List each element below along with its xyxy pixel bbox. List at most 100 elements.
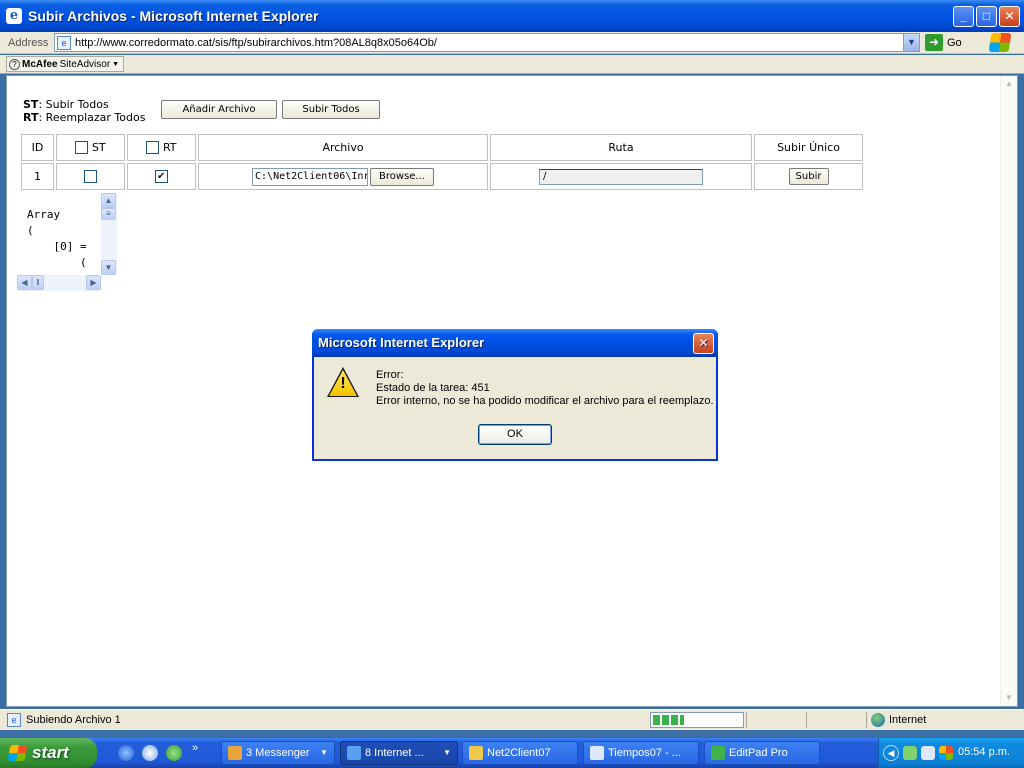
go-arrow-icon: ➜	[925, 34, 943, 51]
messenger-icon	[228, 746, 242, 760]
header-rt: RT	[127, 134, 196, 161]
status-text: Subiendo Archivo 1	[26, 714, 121, 726]
file-path-input[interactable]: C:\Net2Client06\Inr	[252, 167, 369, 186]
status-divider	[806, 712, 807, 728]
legend: ST: Subir Todos RT: Reemplazar Todos	[23, 98, 145, 124]
system-tray: ◀ 05:54 p.m.	[878, 738, 1024, 768]
status-divider	[746, 712, 747, 728]
quicklaunch-more-icon[interactable]: »	[192, 742, 198, 754]
address-dropdown-icon[interactable]: ▼	[903, 34, 919, 51]
ie-icon	[347, 746, 361, 760]
start-button[interactable]: start	[0, 738, 97, 768]
debug-horizontal-scrollbar[interactable]: ◀ ‖ ▶	[17, 275, 101, 291]
security-zone: Internet	[889, 714, 927, 726]
chevron-left-icon[interactable]: ◀	[883, 745, 899, 761]
upload-single-button[interactable]: Subir	[788, 168, 829, 185]
editpad-icon	[711, 746, 725, 760]
taskbar-item-net2client07[interactable]: Net2Client07	[462, 741, 578, 765]
row-single-upload: Subir	[754, 163, 863, 190]
header-path: Ruta	[490, 134, 752, 161]
quicklaunch-ie-icon[interactable]	[118, 745, 134, 761]
scroll-down-icon[interactable]: ▼	[1001, 690, 1017, 706]
address-bar: Address e http://www.corredormato.cat/si…	[0, 32, 1024, 54]
internet-zone-icon	[871, 713, 885, 727]
messenger-tray-icon[interactable]	[921, 746, 935, 760]
chevron-down-icon: ▼	[443, 748, 451, 757]
minimize-button[interactable]: _	[953, 6, 974, 27]
path-input[interactable]: /	[539, 168, 703, 185]
window-title-bar[interactable]: e Subir Archivos - Microsoft Internet Ex…	[0, 0, 1024, 32]
debug-frame[interactable]: Array ( [0] = ( ▲ ≡ ▼ ◀ ‖ ▶	[17, 193, 117, 291]
select-all-rt-checkbox[interactable]	[146, 141, 160, 155]
error-dialog: Microsoft Internet Explorer ✕ ! Error: E…	[312, 329, 718, 461]
taskbar-item-tiempos07[interactable]: Tiempos07 - ...	[583, 741, 699, 765]
dialog-title: Microsoft Internet Explorer	[318, 335, 485, 350]
network-icon[interactable]	[903, 746, 917, 760]
row-id: 1	[21, 163, 54, 190]
scroll-up-icon[interactable]: ▲	[1001, 76, 1017, 92]
close-button[interactable]: ✕	[999, 6, 1020, 27]
chevron-down-icon: ▼	[112, 60, 120, 68]
window-title: Subir Archivos - Microsoft Internet Expl…	[28, 8, 319, 24]
mcafee-siteadvisor-button[interactable]: ? McAfee SiteAdvisor ▼	[6, 56, 125, 72]
taskbar-item-internet-explorer[interactable]: 8 Internet ... ▼	[340, 741, 458, 765]
go-button[interactable]: ➜ Go	[925, 34, 962, 51]
go-label: Go	[947, 36, 962, 49]
document-icon	[590, 746, 604, 760]
chevron-down-icon: ▼	[320, 748, 328, 757]
scroll-thumb[interactable]: ≡	[101, 208, 116, 220]
legend-st: ST: Subir Todos	[23, 98, 109, 111]
quicklaunch-messenger-icon[interactable]	[166, 745, 182, 761]
add-file-button[interactable]: Añadir Archivo	[161, 100, 277, 119]
file-picker: C:\Net2Client06\Inr Browse...	[252, 167, 434, 186]
dialog-line: Error interno, no se ha podido modificar…	[376, 395, 714, 407]
ok-button[interactable]: OK	[478, 424, 552, 445]
scroll-right-icon[interactable]: ▶	[86, 275, 101, 290]
page-icon: e	[57, 35, 71, 50]
taskbar-item-messenger[interactable]: 3 Messenger ▼	[221, 741, 335, 765]
taskbar: start » 3 Messenger ▼ 8 Internet ... ▼ N…	[0, 738, 1024, 768]
header-single-upload: Subir Único	[754, 134, 863, 161]
scroll-thumb[interactable]: ‖	[32, 275, 44, 290]
help-icon: ?	[9, 58, 20, 70]
vertical-scrollbar[interactable]: ▲ ▼	[1000, 76, 1017, 706]
rt-checkbox[interactable]	[155, 170, 168, 184]
st-checkbox[interactable]	[84, 170, 97, 184]
dialog-line: Estado de la tarea: 451	[376, 382, 490, 394]
scroll-left-icon[interactable]: ◀	[17, 275, 32, 290]
dialog-line: Error:	[376, 369, 404, 381]
mcafee-product: SiteAdvisor	[59, 58, 111, 70]
clock[interactable]: 05:54 p.m.	[958, 746, 1010, 758]
status-bar: e Subiendo Archivo 1 Internet	[0, 709, 1024, 730]
select-all-st-checkbox[interactable]	[75, 141, 89, 155]
dialog-title-bar[interactable]: Microsoft Internet Explorer ✕	[312, 329, 718, 357]
row-file: C:\Net2Client06\Inr Browse...	[198, 163, 488, 190]
legend-rt: RT: Reemplazar Todos	[23, 111, 146, 124]
scroll-up-icon[interactable]: ▲	[101, 193, 116, 208]
files-table: ID ST RT Archivo Ruta Subir Único 1 C:\N…	[19, 132, 865, 192]
quicklaunch-outlook-icon[interactable]	[142, 745, 158, 761]
dialog-close-button[interactable]: ✕	[693, 333, 714, 354]
taskbar-item-editpad-pro[interactable]: EditPad Pro	[704, 741, 820, 765]
links-toolbar: ? McAfee SiteAdvisor ▼	[0, 55, 1024, 74]
row-path: /	[490, 163, 752, 190]
browse-button[interactable]: Browse...	[370, 167, 434, 186]
folder-icon	[469, 746, 483, 760]
address-input[interactable]: e http://www.corredormato.cat/sis/ftp/su…	[54, 33, 920, 52]
scroll-down-icon[interactable]: ▼	[101, 260, 116, 275]
start-label: start	[32, 743, 69, 762]
maximize-button[interactable]: □	[976, 6, 997, 27]
debug-output: Array ( [0] = (	[27, 208, 87, 269]
address-url[interactable]: http://www.corredormato.cat/sis/ftp/subi…	[75, 37, 437, 49]
warning-icon: !	[327, 367, 359, 397]
dialog-message: Error: Estado de la tarea: 451 Error int…	[376, 369, 714, 408]
ie-icon: e	[6, 8, 22, 24]
header-st: ST	[56, 134, 125, 161]
status-divider	[866, 712, 867, 728]
upload-all-button[interactable]: Subir Todos	[282, 100, 380, 119]
windows-logo-icon	[7, 745, 28, 761]
address-label: Address	[8, 36, 49, 49]
debug-vertical-scrollbar[interactable]: ▲ ≡ ▼	[101, 193, 117, 275]
security-tray-icon[interactable]	[939, 746, 953, 760]
table-row: 1 C:\Net2Client06\Inr Browse... / Subir	[21, 163, 863, 190]
